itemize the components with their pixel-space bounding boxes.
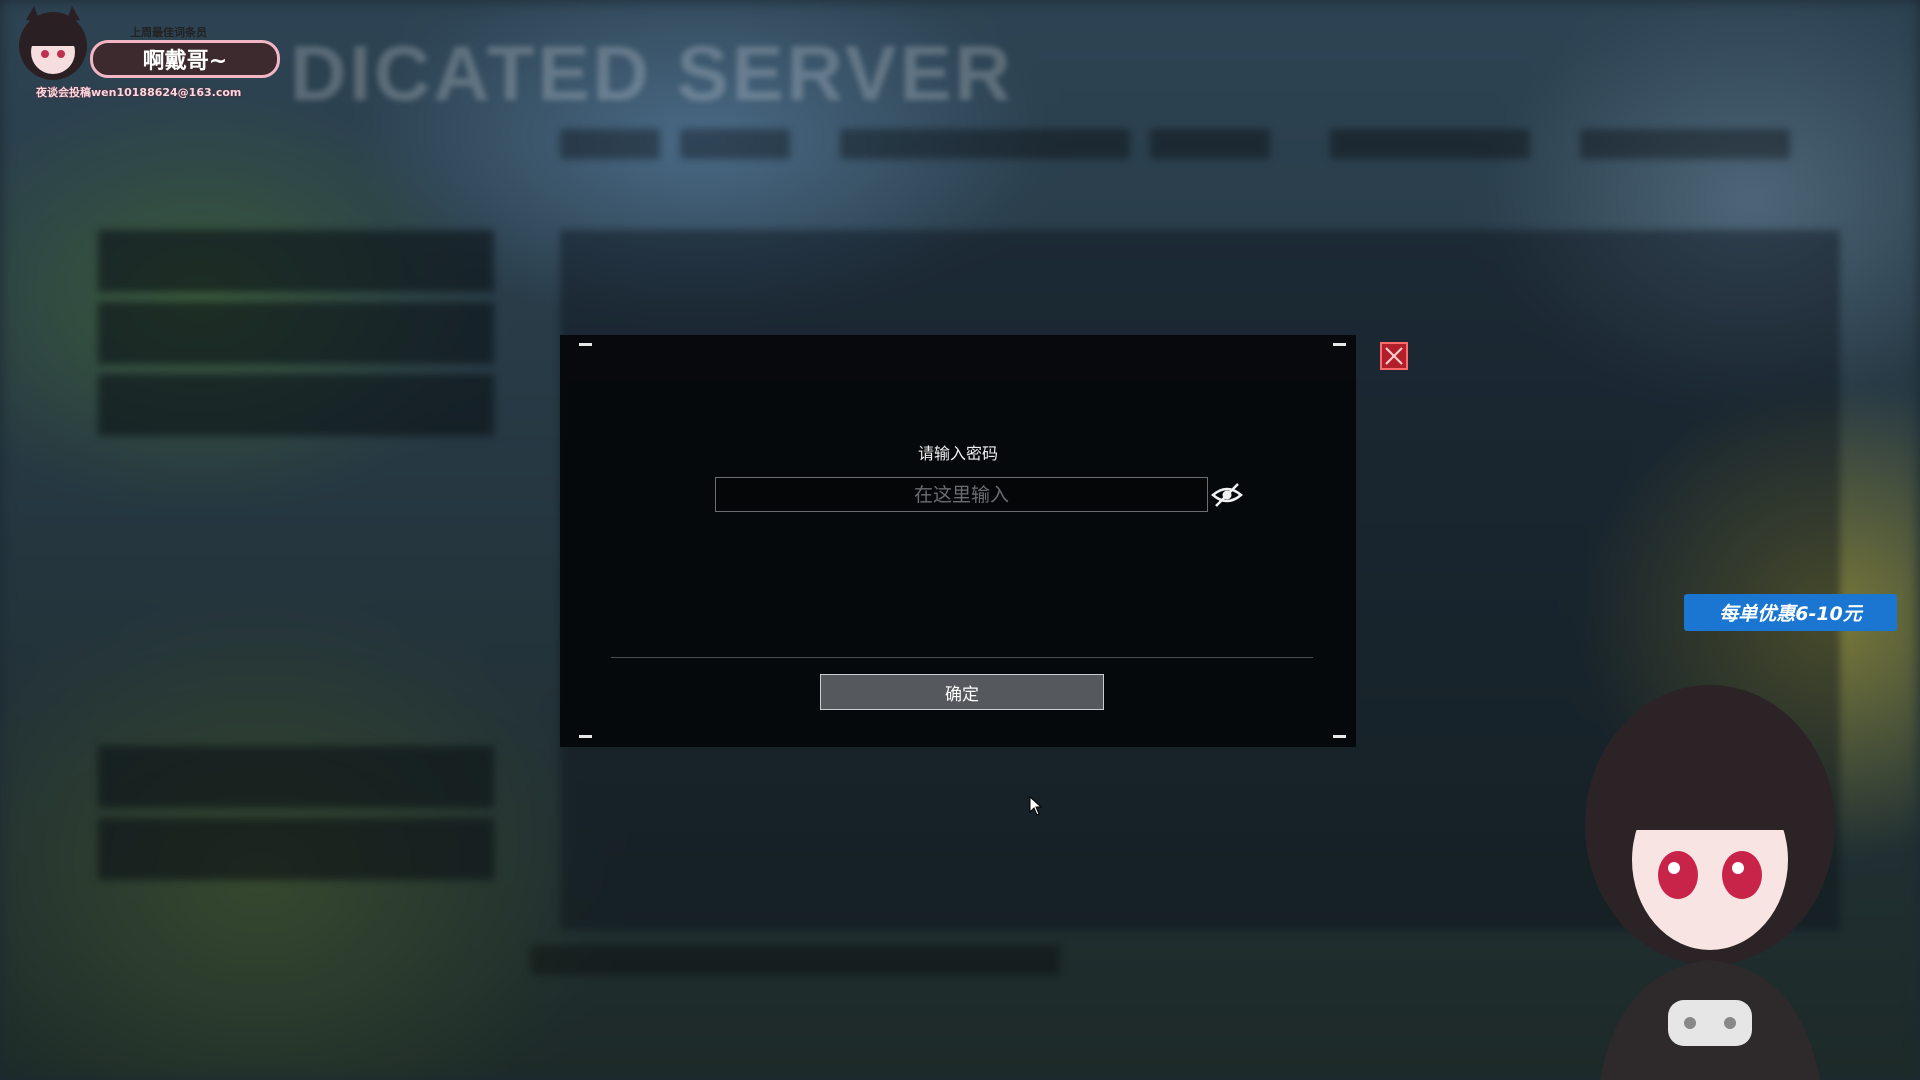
close-icon [1385, 347, 1403, 365]
background-toolbar [560, 128, 1790, 160]
sidebar-button-3 [98, 374, 494, 436]
promo-badge: 每单优惠6-10元 [1684, 594, 1897, 631]
close-button[interactable] [1380, 342, 1408, 370]
dialog-corner-tr [1333, 343, 1346, 346]
overlay-contact: 夜谈会投稿wen10188624@163.com [36, 86, 242, 99]
sidebar-button-1 [98, 230, 494, 292]
confirm-button[interactable]: 确定 [820, 674, 1104, 710]
dialog-corner-bl [579, 735, 592, 738]
background-list-header [560, 185, 1820, 215]
streamer-avatar [19, 6, 87, 80]
sidebar-button-5 [98, 818, 494, 880]
streamer-name: 啊戴哥~ [90, 40, 280, 78]
dialog-divider [611, 657, 1313, 658]
background-footer-bar [530, 945, 1060, 975]
password-input[interactable] [715, 477, 1208, 512]
mouse-cursor-icon [1029, 796, 1043, 816]
sidebar-button-4 [98, 746, 494, 808]
eye-slash-icon [1211, 483, 1243, 507]
dialog-corner-tl [579, 343, 592, 346]
dialog-corner-br [1333, 735, 1346, 738]
toggle-password-visibility-button[interactable] [1210, 481, 1244, 509]
background-title: DICATED SERVER [290, 29, 1014, 117]
overlay-subtitle: 上周最佳词条员 [130, 26, 207, 39]
vtuber-character [1585, 685, 1835, 1080]
sidebar-button-2 [98, 302, 494, 364]
dialog-title: 请输入密码 [917, 444, 998, 463]
